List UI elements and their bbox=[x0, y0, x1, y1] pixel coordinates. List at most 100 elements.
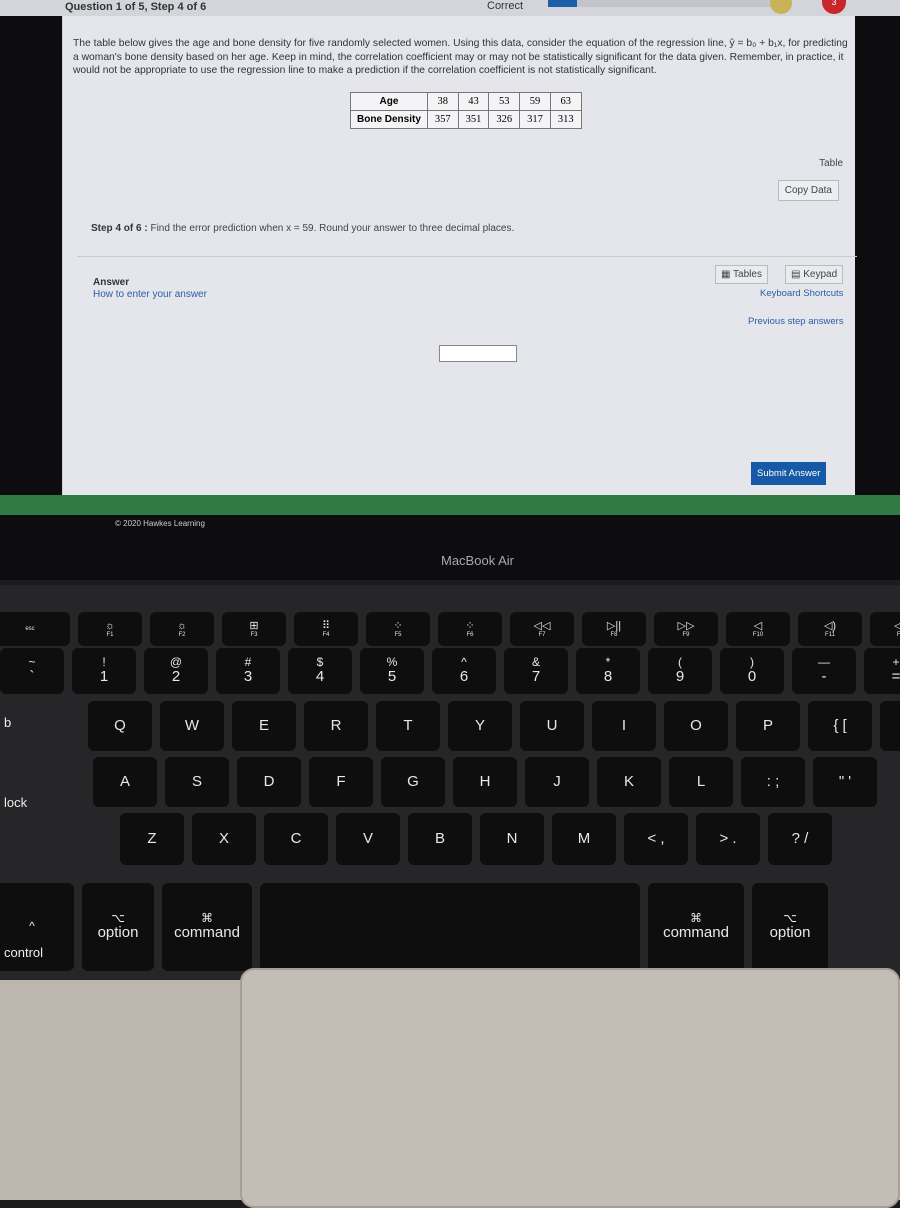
key-label: L bbox=[696, 772, 706, 790]
table-row: Bone Density 357 351 326 317 313 bbox=[350, 110, 582, 129]
key-label: ? / bbox=[791, 829, 809, 847]
key[interactable] bbox=[260, 883, 640, 971]
previous-step-answers-link[interactable]: Previous step answers bbox=[748, 316, 844, 327]
key[interactable]: } ] bbox=[880, 701, 900, 751]
key-label: = bbox=[891, 668, 900, 686]
key[interactable]: U bbox=[520, 701, 584, 751]
key[interactable]: M bbox=[552, 813, 616, 865]
key-label: C bbox=[290, 829, 302, 847]
key[interactable]: ▷▷ F9 bbox=[654, 612, 718, 646]
key[interactable]: * 8 bbox=[576, 648, 640, 694]
key[interactable]: #3 bbox=[216, 648, 280, 694]
key[interactable]: — - bbox=[792, 648, 856, 694]
key[interactable]: $4 bbox=[288, 648, 352, 694]
key[interactable]: T bbox=[376, 701, 440, 751]
key-label: F4 bbox=[322, 631, 330, 638]
key[interactable]: W bbox=[160, 701, 224, 751]
key[interactable]: ⌘ command bbox=[648, 883, 744, 971]
key[interactable]: ⊞ F3 bbox=[222, 612, 286, 646]
key[interactable]: X bbox=[192, 813, 256, 865]
key[interactable]: ◁))F12 bbox=[870, 612, 900, 646]
status-correct: Correct bbox=[487, 0, 524, 12]
key-label: option bbox=[97, 924, 139, 942]
copy-data-button[interactable]: Copy Data bbox=[777, 180, 839, 201]
key-label: U bbox=[546, 716, 558, 734]
keyboard-shortcuts-link[interactable]: Keyboard Shortcuts bbox=[760, 288, 843, 299]
key[interactable]: ◁) F11 bbox=[798, 612, 862, 646]
key[interactable]: > . bbox=[696, 813, 760, 865]
key[interactable]: D bbox=[237, 757, 301, 807]
how-to-enter-link[interactable]: How to enter your answer bbox=[93, 289, 207, 300]
key[interactable]: : ; bbox=[741, 757, 805, 807]
step-label: Step 4 of 6 : bbox=[91, 223, 148, 234]
key[interactable]: ) 0 bbox=[720, 648, 784, 694]
key[interactable]: H bbox=[453, 757, 517, 807]
key[interactable]: " ' bbox=[813, 757, 877, 807]
key[interactable]: + = bbox=[864, 648, 900, 694]
answer-input[interactable] bbox=[439, 345, 517, 362]
key[interactable]: % 5 bbox=[360, 648, 424, 694]
key[interactable]: { [ bbox=[808, 701, 872, 751]
key[interactable]: ◁ F10 bbox=[726, 612, 790, 646]
key-label: 2 bbox=[171, 668, 181, 686]
key[interactable]: ☼ F1 bbox=[78, 612, 142, 646]
key[interactable]: O bbox=[664, 701, 728, 751]
key-label: V bbox=[362, 829, 373, 847]
key[interactable]: C bbox=[264, 813, 328, 865]
key-label: 0 bbox=[747, 668, 757, 686]
key[interactable]: ⌘ command bbox=[162, 883, 252, 971]
tables-button[interactable]: ▦ Tables bbox=[715, 265, 768, 284]
key-label: 3 bbox=[243, 668, 253, 686]
table-link[interactable]: Table bbox=[819, 158, 843, 169]
key-label: F1 bbox=[106, 631, 114, 638]
key-label: J bbox=[553, 772, 561, 790]
submit-answer-button[interactable]: Submit Answer bbox=[751, 462, 827, 485]
key[interactable]: & 7 bbox=[504, 648, 568, 694]
key[interactable]: ⌥ option bbox=[82, 883, 154, 971]
key[interactable]: ▷|| F8 bbox=[582, 612, 646, 646]
key[interactable]: Z bbox=[120, 813, 184, 865]
key-label: T bbox=[403, 716, 413, 734]
key[interactable]: L bbox=[669, 757, 733, 807]
key[interactable]: ! 1 bbox=[72, 648, 136, 694]
key[interactable]: ^ 6 bbox=[432, 648, 496, 694]
trackpad[interactable] bbox=[240, 968, 900, 1208]
key[interactable]: ⁘ F6 bbox=[438, 612, 502, 646]
key-row: Z X C V B N M < , > . ? / bbox=[120, 813, 832, 865]
key-label: B bbox=[434, 829, 445, 847]
keypad-label: Keypad bbox=[803, 269, 838, 280]
key[interactable]: (9 bbox=[648, 648, 712, 694]
key[interactable]: esc bbox=[0, 612, 70, 646]
key[interactable]: ☼ F2 bbox=[150, 612, 214, 646]
key[interactable]: F bbox=[309, 757, 373, 807]
key[interactable]: I bbox=[592, 701, 656, 751]
key[interactable]: K bbox=[597, 757, 661, 807]
key[interactable]: S bbox=[165, 757, 229, 807]
key-label: S bbox=[191, 772, 202, 790]
answer-label: Answer bbox=[93, 277, 130, 288]
key-label: F2 bbox=[178, 631, 186, 638]
key[interactable]: P bbox=[736, 701, 800, 751]
cell: 326 bbox=[488, 110, 521, 129]
key[interactable]: ⠿ F4 bbox=[294, 612, 358, 646]
key[interactable]: B bbox=[408, 813, 472, 865]
key[interactable]: N bbox=[480, 813, 544, 865]
key[interactable]: ? / bbox=[768, 813, 832, 865]
key[interactable]: < , bbox=[624, 813, 688, 865]
key[interactable]: @2 bbox=[144, 648, 208, 694]
keypad-button[interactable]: ▤ Keypad bbox=[785, 265, 844, 284]
key[interactable]: E bbox=[232, 701, 296, 751]
key[interactable]: ⁘ F5 bbox=[366, 612, 430, 646]
key[interactable]: Y bbox=[448, 701, 512, 751]
key[interactable]: A bbox=[93, 757, 157, 807]
key[interactable]: V bbox=[336, 813, 400, 865]
key[interactable]: ~ ` bbox=[0, 648, 64, 694]
question-label: Question 1 of 5, Step 4 of 6 bbox=[65, 1, 207, 13]
key[interactable]: G bbox=[381, 757, 445, 807]
key[interactable]: ◁◁ F7 bbox=[510, 612, 574, 646]
key-label: N bbox=[506, 829, 518, 847]
key[interactable]: Q bbox=[88, 701, 152, 751]
key[interactable]: J bbox=[525, 757, 589, 807]
key[interactable]: ⌥ option bbox=[752, 883, 828, 971]
key[interactable]: R bbox=[304, 701, 368, 751]
